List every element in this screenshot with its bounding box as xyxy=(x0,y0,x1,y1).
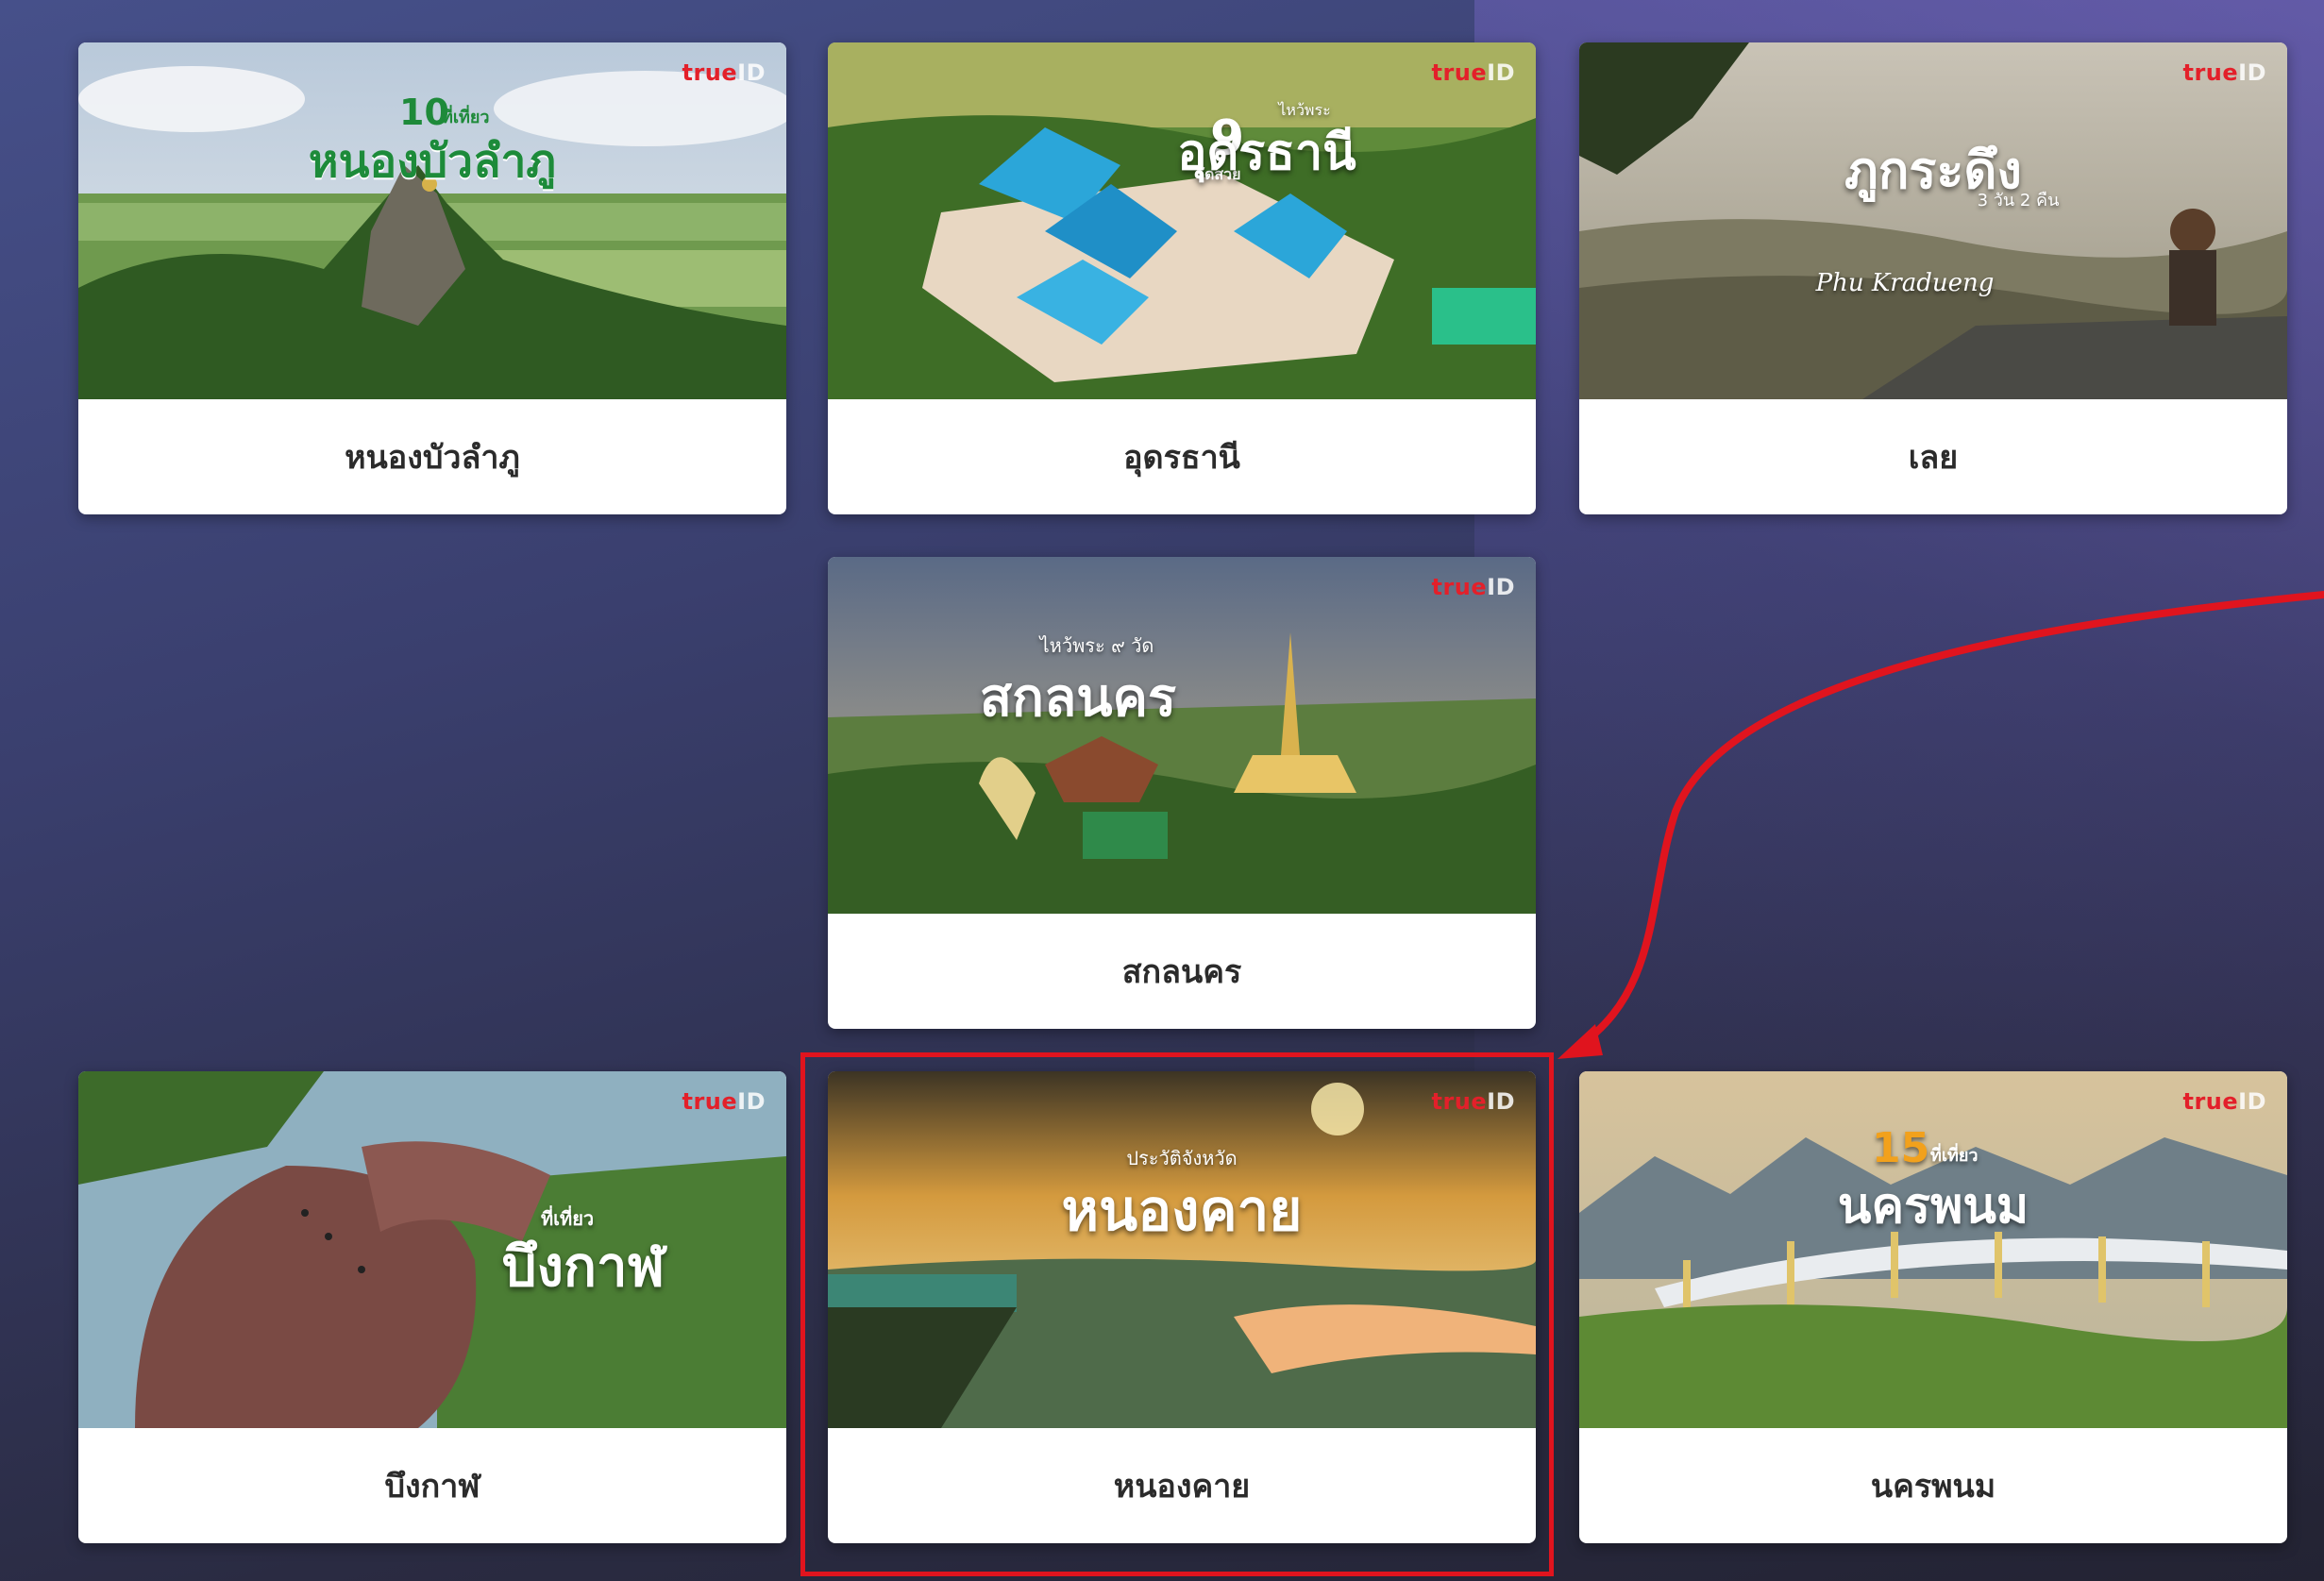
card-sakon-nakhon[interactable]: trueID ไหว้พระ ๙ วัด สกลนคร สกลนคร xyxy=(828,557,1536,1029)
overlay-title: หนองบัวลำภู xyxy=(308,135,557,188)
overlay-title: หนองคาย xyxy=(1061,1178,1303,1244)
overlay-sub: 3 วัน 2 คืน xyxy=(1977,191,2060,210)
overlay-title: นครพนม xyxy=(1837,1178,2029,1235)
overlay-script: Phu Kradueng xyxy=(1815,269,1995,297)
card-label: หนองบัวลำภู xyxy=(345,439,520,477)
trueid-badge: trueID xyxy=(1431,574,1515,600)
trueid-badge: trueID xyxy=(1431,1088,1515,1115)
card-nakhon-phanom[interactable]: trueID 15 ที่เที่ยว นครพนม นครพนม xyxy=(1579,1071,2287,1543)
card-nong-khai[interactable]: trueID ประวัติจังหวัด หนองคาย หนองคาย xyxy=(828,1071,1536,1543)
card-label: สกลนคร xyxy=(1121,953,1242,991)
trueid-badge: trueID xyxy=(682,1088,766,1115)
card-nong-bua-lamphu[interactable]: trueID 10 ที่เที่ยว หนองบัวลำภู หนองบัวล… xyxy=(78,42,786,514)
card-image: trueID ประวัติจังหวัด หนองคาย xyxy=(828,1071,1536,1428)
card-label: หนองคาย xyxy=(1113,1468,1251,1505)
card-image: trueID ภูกระดึง 3 วัน 2 คืน Phu Kradueng xyxy=(1579,42,2287,399)
trueid-badge: trueID xyxy=(1431,59,1515,86)
overlay-title: สกลนคร xyxy=(979,667,1177,729)
trueid-badge: trueID xyxy=(2182,1088,2266,1115)
card-label: อุดรธานี xyxy=(1123,439,1240,477)
card-image: trueID ไหว้พระ 9 วัดสวย อุดรธานี xyxy=(828,42,1536,399)
card-image: trueID ไหว้พระ ๙ วัด สกลนคร xyxy=(828,557,1536,914)
overlay-title: อุดรธานี xyxy=(1177,125,1356,181)
overlay-unit: ที่เที่ยว xyxy=(1930,1146,1979,1166)
card-label: เลย xyxy=(1908,439,1959,477)
trueid-badge: trueID xyxy=(682,59,766,86)
card-image: trueID 10 ที่เที่ยว หนองบัวลำภู xyxy=(78,42,786,399)
card-bueng-kan[interactable]: trueID ที่เที่ยว บึงกาฬ บึงกาฬ xyxy=(78,1071,786,1543)
trueid-badge: trueID xyxy=(2182,59,2266,86)
card-udon-thani[interactable]: trueID ไหว้พระ 9 วัดสวย อุดรธานี อุดรธาน… xyxy=(828,42,1536,514)
overlay-title: บึงกาฬ xyxy=(501,1235,665,1299)
card-label: นครพนม xyxy=(1870,1468,1996,1505)
card-image: trueID ที่เที่ยว บึงกาฬ xyxy=(78,1071,786,1428)
card-image: trueID 15 ที่เที่ยว นครพนม xyxy=(1579,1071,2287,1428)
card-label: บึงกาฬ xyxy=(384,1468,480,1505)
card-loei[interactable]: trueID ภูกระดึง 3 วัน 2 คืน Phu Kradueng… xyxy=(1579,42,2287,514)
